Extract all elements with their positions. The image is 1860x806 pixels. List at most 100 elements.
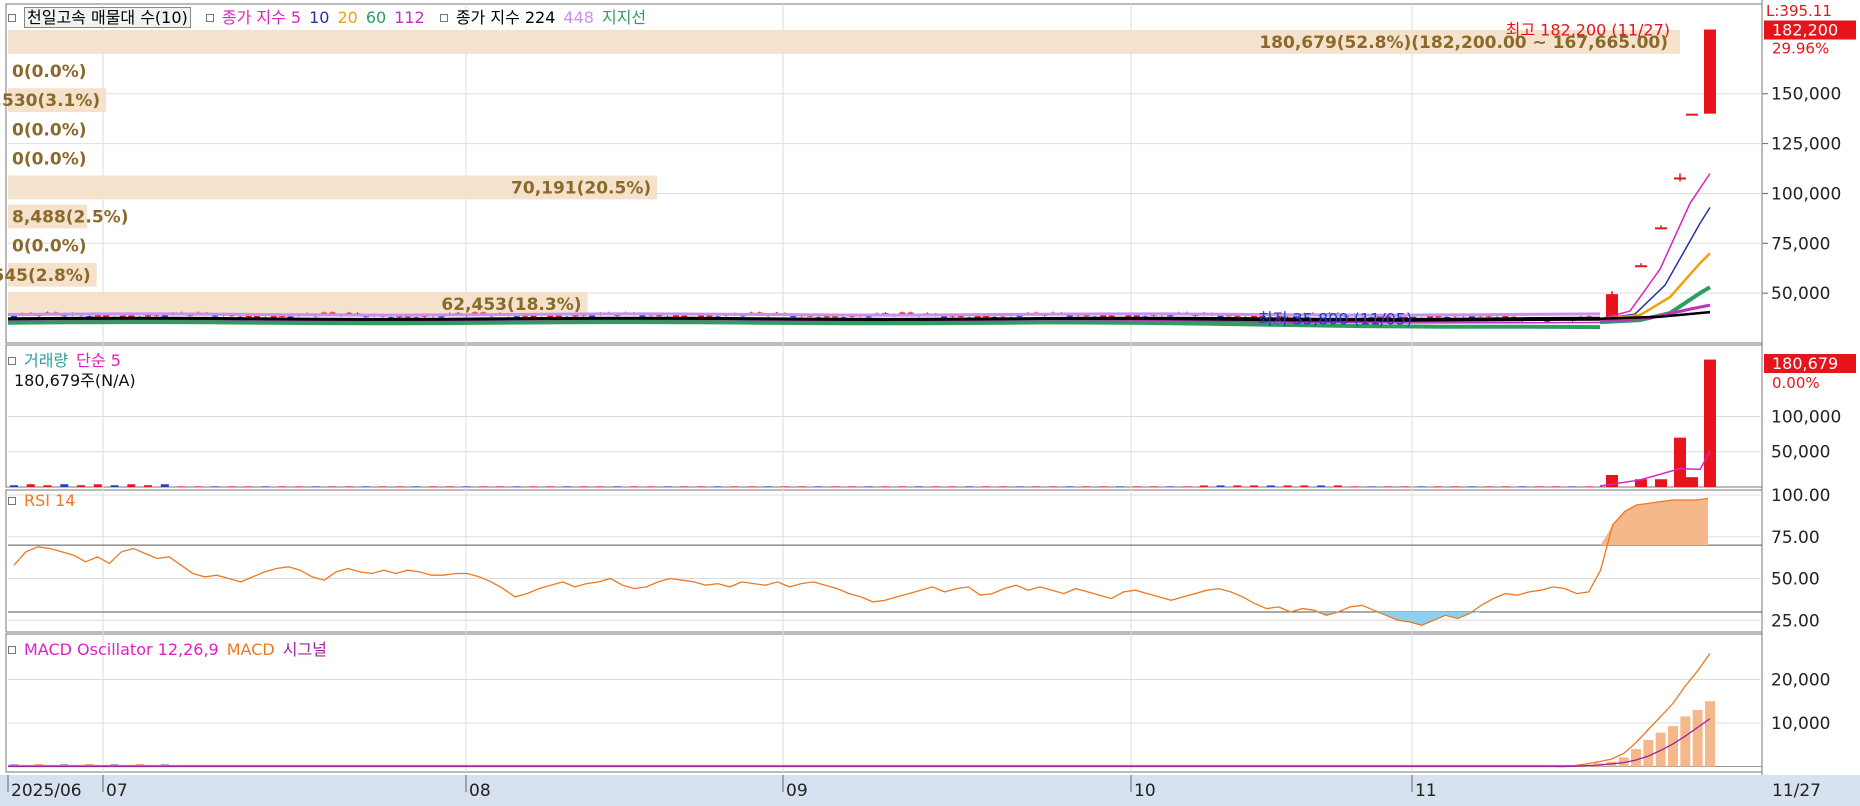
macd-legend: MACD Oscillator 12,26,9 MACD 시그널 [6, 636, 335, 660]
volume-bar [898, 486, 907, 487]
volume-profile-label: 9,545(2.8%) [0, 266, 91, 286]
volume-bar [1400, 486, 1409, 487]
high-annotation: 최고 182,200 (11/27) [1506, 21, 1670, 40]
rsi-menu-icon[interactable] [8, 496, 16, 505]
volume-bar [311, 486, 320, 487]
volume-bar [412, 486, 421, 487]
price-candle [1655, 227, 1667, 230]
volume-menu-icon[interactable] [8, 356, 16, 365]
volume-bar [10, 485, 18, 487]
volume-value: 180,679주(N/A) [14, 371, 136, 390]
volume-tick-label: 100,000 [1771, 407, 1841, 427]
volume-bar [261, 486, 270, 487]
x-tick-label: 08 [469, 781, 491, 801]
macd-tick-label: 20,000 [1771, 671, 1830, 691]
volume-profile-label: 0(0.0%) [12, 120, 87, 140]
volume-bar [697, 486, 706, 487]
volume-bar [43, 485, 52, 487]
x-tick-label: 11/27 [1772, 781, 1821, 801]
volume-bar [814, 486, 823, 487]
price-candle [941, 316, 948, 318]
volume-bar [345, 486, 354, 487]
volume-bar [747, 486, 756, 487]
volume-bar [1048, 486, 1057, 487]
ma224-label: 종가 지수 224 [455, 8, 556, 27]
volume-bar [361, 486, 370, 487]
macd-menu-icon[interactable] [8, 645, 16, 654]
volume-bar [1655, 479, 1667, 487]
price-top-tag: L:395.11 [1766, 2, 1832, 20]
volume-bar [428, 486, 437, 487]
macd-osc-bar [1643, 739, 1654, 767]
volume-bar [1467, 486, 1476, 487]
macd-tick-label: 10,000 [1771, 714, 1830, 734]
volume-bar [378, 486, 387, 487]
volume-bar [780, 486, 789, 487]
volume-bar [177, 486, 186, 487]
ma-settings-icon[interactable] [205, 13, 214, 22]
volume-bar [1216, 485, 1225, 487]
price-candle [1686, 113, 1698, 116]
volume-bar [1333, 485, 1342, 487]
volume-bar [680, 486, 689, 487]
volume-bar [1300, 485, 1309, 487]
ma2-settings-icon[interactable] [439, 13, 448, 22]
volume-bar [797, 486, 806, 487]
rsi-tick-label: 75.00 [1771, 528, 1820, 548]
volume-bar [1350, 486, 1359, 487]
volume-bar [294, 486, 303, 487]
volume-bar [965, 486, 974, 487]
volume-bar [160, 484, 169, 487]
price-tick-label: 100,000 [1771, 184, 1841, 204]
volume-bar [730, 486, 739, 487]
volume-bar [1032, 486, 1041, 487]
rsi-tick-label: 25.00 [1771, 611, 1820, 631]
panel-menu-icon[interactable] [8, 13, 16, 22]
price-title[interactable]: 천일고속 매물대 수(10) [24, 7, 191, 28]
volume-bar [931, 486, 940, 487]
volume-bar [127, 484, 136, 487]
price-tick-label: 125,000 [1771, 135, 1841, 155]
volume-bar [613, 486, 622, 487]
price-tick-label: 75,000 [1771, 234, 1830, 254]
volume-bar [764, 486, 773, 487]
volume-bar [596, 486, 605, 487]
volume-bar [1518, 486, 1527, 487]
macd-osc-bar [1631, 749, 1641, 767]
ma60-label: 60 [365, 8, 387, 27]
x-tick-label: 2025/06 [11, 781, 82, 801]
volume-bar [1099, 486, 1108, 487]
macd-label: MACD [226, 640, 275, 659]
volume-bar [1149, 486, 1158, 487]
background [0, 0, 1860, 806]
price-candle [1635, 265, 1647, 268]
rsi-tick-label: 100.00 [1771, 486, 1830, 506]
volume-bar [1484, 486, 1493, 487]
ma5-label: 종가 지수 5 [221, 8, 302, 27]
volume-bar [26, 484, 35, 487]
volume-bar [60, 484, 69, 487]
stock-chart[interactable]: 2025/06 07 08 09 10 11 11/27 50,000 75,000 100,00… [0, 0, 1860, 806]
price-tick-label: 150,000 [1771, 85, 1841, 105]
volume-bar [1704, 359, 1716, 487]
price-candle [589, 315, 596, 317]
price-candle [161, 315, 168, 317]
low-annotation: 최저 35,800 (11/05) [1258, 309, 1412, 328]
volume-bar [227, 486, 236, 487]
volume-profile-label: 8,488(2.5%) [12, 208, 128, 228]
volume-bar [1568, 486, 1577, 487]
volume-profile-label: 0(0.0%) [12, 149, 87, 169]
x-axis-area [0, 775, 1860, 806]
volume-profile-label: 10,530(3.1%) [0, 91, 100, 111]
volume-bar [1065, 486, 1074, 487]
volume-bar [1015, 486, 1024, 487]
volume-bar [1551, 486, 1560, 487]
rsi-tick-label: 50.00 [1771, 570, 1820, 590]
volume-bar [144, 485, 153, 487]
volume-bar [1250, 485, 1259, 487]
volume-bar [881, 486, 890, 487]
price-tick-label: 50,000 [1771, 284, 1830, 304]
support-label: 지지선 [601, 8, 647, 27]
volume-bar [512, 486, 521, 487]
volume-bar [1534, 486, 1543, 487]
